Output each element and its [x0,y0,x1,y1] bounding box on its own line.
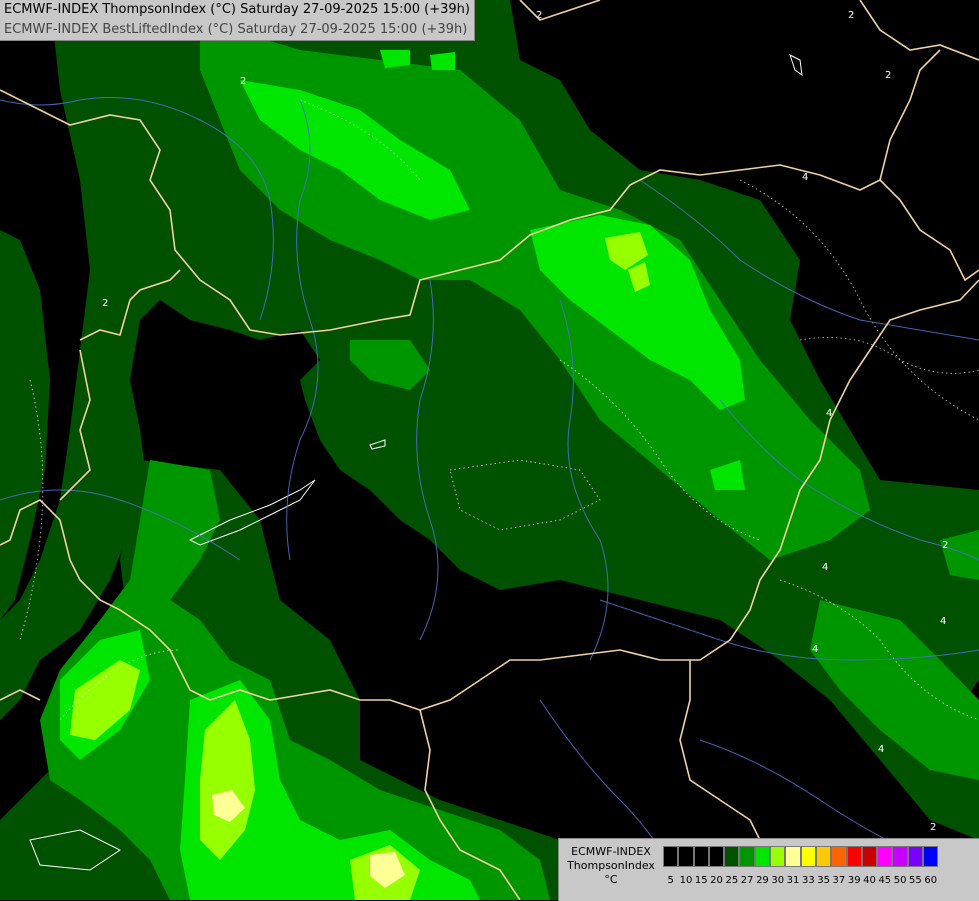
legend-swatches [663,846,939,867]
contour-label: 2 [930,822,936,833]
contour-label: 4 [812,644,818,655]
contour-label: 4 [802,172,808,183]
contour-label: 4 [826,408,832,419]
legend-swatch [846,846,862,867]
legend-swatch [877,846,893,867]
legend-swatch [754,846,771,867]
legend-swatch [800,846,816,867]
legend-tick-label: 5 [667,875,674,886]
legend-tick-label: 60 [924,875,938,886]
legend-swatch [708,846,725,867]
legend-tick-label: 39 [847,875,861,886]
legend-swatch [861,846,878,867]
contour-label: 2 [848,10,854,21]
color-legend: ECMWF-INDEX ThompsonIndex °C 5 10 15 20 25 27… [558,838,979,901]
legend-swatch [907,846,924,867]
legend-unit: °C [604,873,618,886]
legend-swatch [892,846,908,867]
legend-tick-label: 10 [679,875,693,886]
legend-tick-label: 29 [756,875,769,886]
legend-field: ThompsonIndex [567,859,655,872]
legend-swatch [831,846,847,867]
legend-tick-label: 30 [771,875,785,886]
title-line-thompson: ECMWF-INDEX ThompsonIndex (°C) Saturday … [4,2,470,17]
legend-model: ECMWF-INDEX [571,845,651,858]
legend-tick-label: 33 [801,875,815,886]
legend-swatch [678,846,694,867]
legend-tick-label: 50 [893,875,907,886]
legend-title: ECMWF-INDEX ThompsonIndex °C [563,845,659,887]
contour-label: 4 [822,562,828,573]
legend-swatch [815,846,832,867]
legend-swatch [693,846,709,867]
legend-swatch [739,846,755,867]
legend-tick-label: 40 [863,875,876,886]
title-line-bestlifted: ECMWF-INDEX BestLiftedIndex (°C) Saturda… [4,22,468,37]
contour-label: 2 [102,298,108,309]
legend-tick-label: 31 [786,875,800,886]
legend-tick-label: 25 [725,875,739,886]
legend-swatch [724,846,740,867]
contour-label: 4 [940,616,946,627]
legend-tick-label: 37 [832,875,846,886]
legend-tick-label: 15 [694,875,708,886]
legend-tick-label: 45 [878,875,892,886]
legend-ticks: 5 10 15 20 25 27 29 30 31 33 35 37 39 40 45 50 55 60 [663,875,938,886]
thompson-index-map: 2 2 2 2 4 2 4 4 4 4 4 2 2 [0,0,979,900]
legend-swatch [923,846,939,867]
legend-tick-label: 20 [710,875,723,886]
legend-swatch [663,846,679,867]
contour-label: 4 [878,744,884,755]
legend-swatch [770,846,786,867]
contour-label: 2 [240,76,246,87]
legend-swatch [785,846,801,867]
contour-label: 2 [885,70,891,81]
map-title: ECMWF-INDEX ThompsonIndex (°C) Saturday … [0,0,475,41]
legend-tick-label: 27 [740,875,754,886]
legend-tick-label: 35 [817,875,830,886]
contour-label: 2 [942,540,948,551]
legend-tick-label: 55 [909,875,922,886]
contour-label: 2 [536,10,542,21]
